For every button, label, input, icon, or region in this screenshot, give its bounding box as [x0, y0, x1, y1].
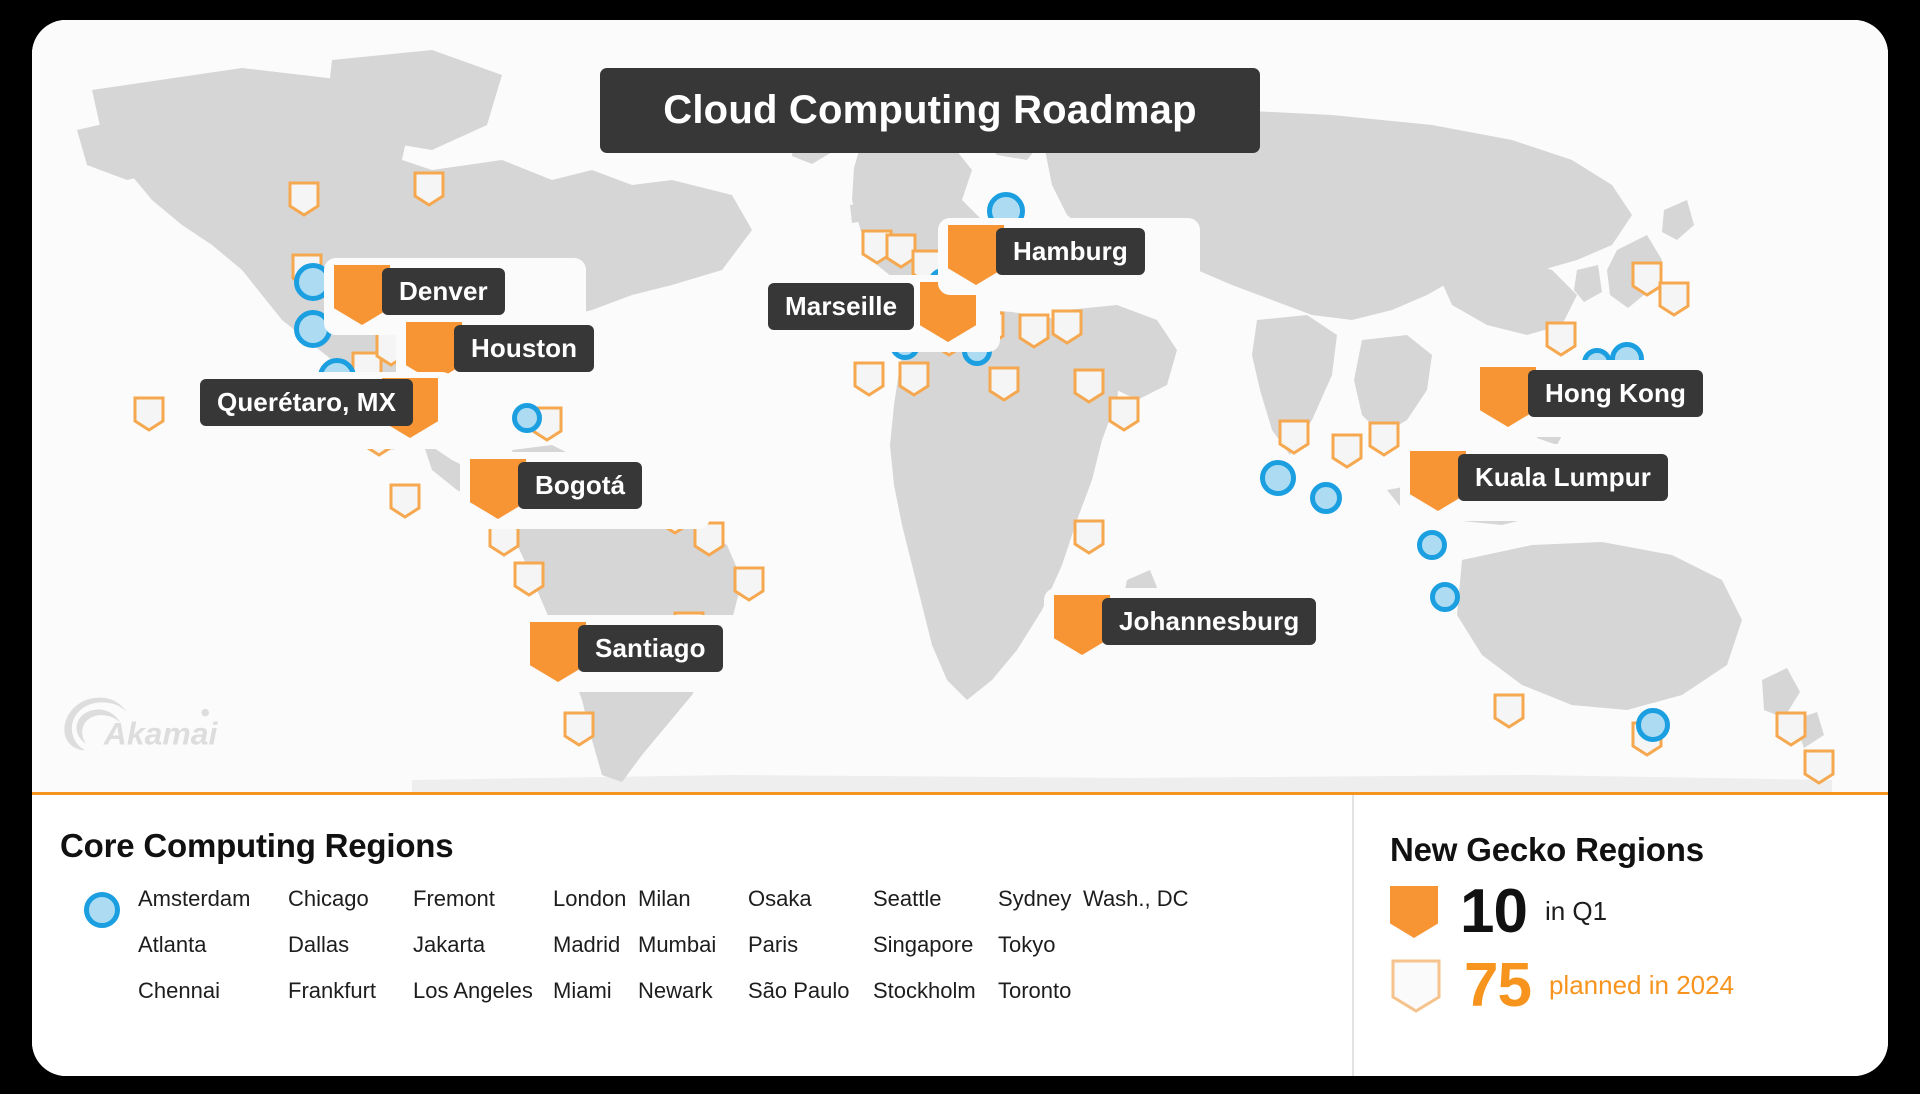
gecko-regions-panel: New Gecko Regions 10 in Q1 75 planned in… — [1352, 795, 1888, 1076]
marker-label: Kuala Lumpur — [1475, 462, 1651, 492]
core-region-dot — [512, 403, 542, 433]
planned-region-icon — [1803, 749, 1835, 785]
marker-label: Houston — [471, 333, 578, 363]
gecko-row-q1: 10 in Q1 — [1390, 881, 1888, 943]
marker-label: Marseille — [785, 291, 898, 321]
city-item: Seattle — [873, 886, 942, 911]
svg-text:Akamai: Akamai — [103, 716, 219, 752]
planned-region-icon — [1368, 421, 1400, 457]
core-region-circle-icon — [84, 892, 120, 928]
planned-region-icon — [853, 361, 885, 397]
planned-region-icon — [1051, 309, 1083, 345]
legend-section: Core Computing Regions Amsterdam Chicago… — [32, 795, 1888, 1076]
planned-region-icon — [513, 561, 545, 597]
page-root: Akamai Denver Houston Querétaro, MX Bogo… — [0, 0, 1920, 1094]
city-item: Milan — [638, 886, 691, 911]
core-region-dot — [1430, 582, 1460, 612]
marker-label: Bogotá — [535, 470, 626, 500]
city-item: Tokyo — [998, 932, 1056, 958]
planned-region-icon — [733, 566, 765, 602]
page-title: Cloud Computing Roadmap — [600, 68, 1260, 153]
city-item: Wash., DC — [1083, 886, 1189, 911]
city-item: Mumbai — [638, 932, 717, 958]
city-item: Stockholm — [873, 978, 976, 1004]
planned-region-icon — [1018, 313, 1050, 349]
city-item: Chennai — [138, 978, 220, 1004]
akamai-logo: Akamai — [64, 697, 219, 752]
gecko-count-planned: 75 — [1464, 951, 1532, 1020]
core-regions-panel: Core Computing Regions Amsterdam Chicago… — [32, 795, 1352, 1076]
city-item: Paris — [748, 932, 799, 958]
city-item — [1083, 933, 1203, 957]
planned-region-icon — [288, 181, 320, 217]
city-item: Jakarta — [413, 932, 486, 958]
gecko-regions-title: New Gecko Regions — [1390, 831, 1704, 868]
city-item: Madrid — [553, 932, 621, 958]
city-item: Toronto — [998, 978, 1072, 1004]
city-item: São Paulo — [748, 978, 850, 1004]
planned-region-icon — [413, 171, 445, 207]
page-title-text: Cloud Computing Roadmap — [663, 88, 1197, 132]
gecko-caption-q1: in Q1 — [1544, 896, 1608, 926]
marker-label: Hamburg — [1013, 236, 1128, 266]
core-region-dot — [1417, 530, 1447, 560]
core-city-list: Amsterdam Chicago Fremont London Milan O… — [60, 886, 1352, 1004]
city-item: Chicago — [288, 886, 369, 911]
marker-label: Johannesburg — [1119, 606, 1300, 636]
planned-region-icon — [1108, 396, 1140, 432]
gecko-caption-planned: planned in 2024 — [1548, 970, 1735, 1000]
planned-region-icon — [1331, 433, 1363, 469]
solid-shield-icon — [1390, 886, 1438, 938]
planned-region-icon — [563, 711, 595, 747]
city-item — [1083, 979, 1203, 1003]
outline-shield-icon — [1391, 959, 1441, 1013]
marker-label: Santiago — [595, 633, 706, 663]
core-region-dot — [1636, 708, 1670, 742]
gecko-count-q1: 10 — [1460, 877, 1528, 946]
planned-region-icon — [1775, 711, 1807, 747]
city-item: Atlanta — [138, 932, 207, 958]
core-city-grid: Amsterdam Chicago Fremont London Milan O… — [138, 886, 1352, 1004]
planned-region-icon — [1073, 519, 1105, 555]
marker-label: Querétaro, MX — [217, 387, 397, 417]
planned-region-icon — [1493, 693, 1525, 729]
world-map: Akamai Denver Houston Querétaro, MX Bogo… — [32, 20, 1888, 792]
city-item: Singapore — [873, 932, 974, 958]
planned-region-icon — [988, 366, 1020, 402]
city-item: Miami — [553, 978, 612, 1004]
planned-region-icon — [1278, 419, 1310, 455]
gecko-row-planned: 75 planned in 2024 — [1390, 955, 1888, 1017]
planned-region-icon — [1658, 281, 1690, 317]
city-item: Frankfurt — [288, 978, 377, 1004]
core-region-dot — [1310, 482, 1342, 514]
city-item: Newark — [638, 978, 713, 1004]
marker-label: Denver — [399, 276, 488, 306]
planned-region-icon — [1545, 321, 1577, 357]
planned-region-icon — [1073, 368, 1105, 404]
city-item: London — [553, 886, 627, 911]
marker-label: Hong Kong — [1545, 378, 1686, 408]
planned-region-icon — [133, 396, 165, 432]
core-region-dot — [1260, 460, 1296, 496]
planned-region-icon — [898, 361, 930, 397]
roadmap-card: Akamai Denver Houston Querétaro, MX Bogo… — [32, 20, 1888, 1076]
city-item: Fremont — [413, 886, 495, 911]
city-item: Amsterdam — [138, 886, 251, 911]
city-item: Dallas — [288, 932, 350, 958]
city-item: Los Angeles — [413, 978, 533, 1004]
core-regions-title: Core Computing Regions — [60, 827, 454, 864]
city-item: Sydney — [998, 886, 1072, 911]
city-item: Osaka — [748, 886, 812, 911]
planned-region-icon — [389, 483, 421, 519]
